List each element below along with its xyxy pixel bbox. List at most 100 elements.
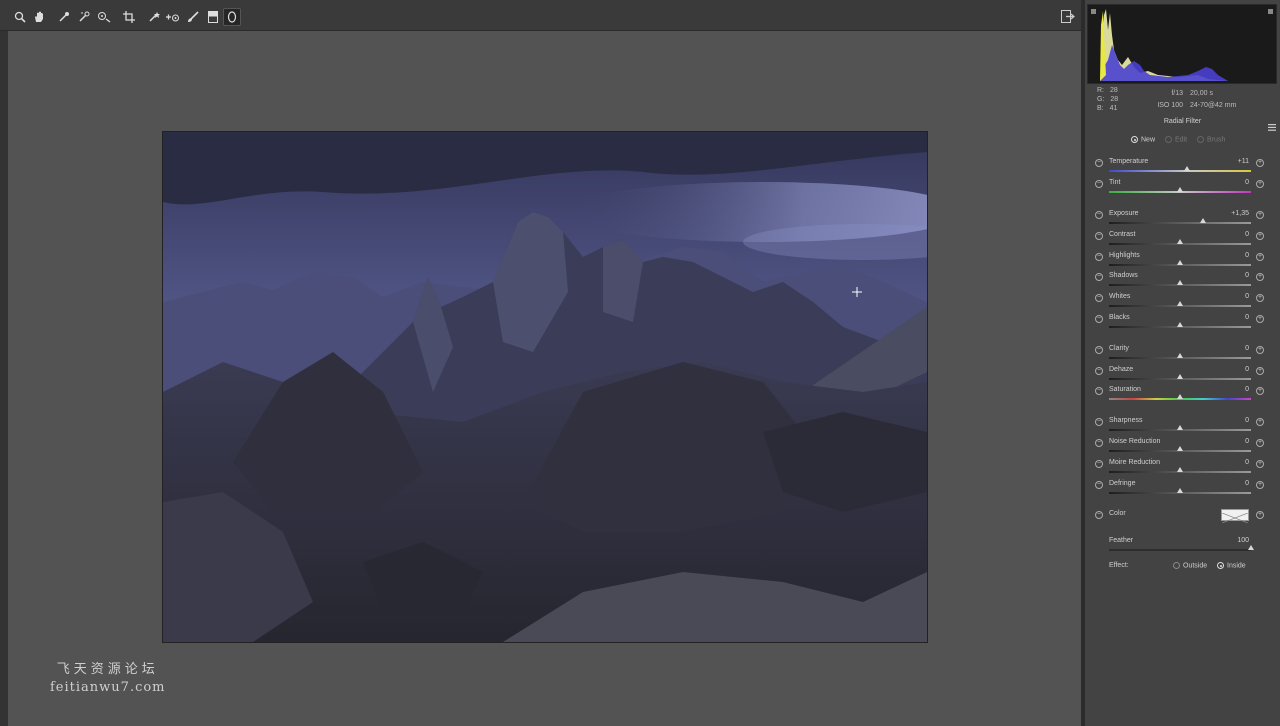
feather-slider-thumb[interactable] <box>1248 545 1254 550</box>
tint-minus-icon[interactable]: − <box>1095 180 1103 188</box>
highlights-plus-icon[interactable]: + <box>1256 253 1264 261</box>
blacks-plus-icon[interactable]: + <box>1256 315 1264 323</box>
temperature-minus-icon[interactable]: − <box>1095 159 1103 167</box>
noise-reduction-label: Noise Reduction <box>1109 438 1161 445</box>
exposure-plus-icon[interactable]: + <box>1256 211 1264 219</box>
spot-removal-icon[interactable] <box>146 9 162 25</box>
saturation-label: Saturation <box>1109 386 1141 393</box>
moire-reduction-plus-icon[interactable]: + <box>1256 460 1264 468</box>
dehaze-label: Dehaze <box>1109 366 1134 373</box>
dehaze-slider-thumb[interactable] <box>1177 374 1183 379</box>
targeted-adjustment-icon[interactable] <box>96 9 112 25</box>
feather-track[interactable] <box>1109 549 1251 551</box>
exposure-value[interactable]: +1,35 <box>1205 210 1249 217</box>
color-minus-icon[interactable]: − <box>1095 511 1103 519</box>
temperature-slider-thumb[interactable] <box>1184 166 1191 171</box>
highlights-value[interactable]: 0 <box>1205 252 1249 259</box>
whites-value[interactable]: 0 <box>1205 293 1249 300</box>
tint-slider-thumb[interactable] <box>1177 187 1183 192</box>
zoom-icon[interactable] <box>12 9 28 25</box>
color-swatch[interactable] <box>1221 509 1249 524</box>
preview-canvas[interactable]: 飞天资源论坛 feitianwu7.com <box>8 31 1081 726</box>
clarity-minus-icon[interactable]: − <box>1095 346 1103 354</box>
temperature-track[interactable] <box>1109 170 1251 172</box>
shadows-minus-icon[interactable]: − <box>1095 273 1103 281</box>
effect-inside-label: Inside <box>1227 562 1246 570</box>
effect-outside[interactable]: Outside <box>1173 562 1207 569</box>
sharpness-minus-icon[interactable]: − <box>1095 418 1103 426</box>
mode-edit[interactable]: Edit <box>1165 136 1187 143</box>
blacks-minus-icon[interactable]: − <box>1095 315 1103 323</box>
effect-inside-radio[interactable] <box>1217 562 1224 569</box>
shadows-value[interactable]: 0 <box>1205 272 1249 279</box>
saturation-slider-thumb[interactable] <box>1177 394 1183 399</box>
watermark-chinese: 飞天资源论坛 <box>56 662 159 677</box>
noise-reduction-value[interactable]: 0 <box>1205 438 1249 445</box>
eyedropper-icon[interactable] <box>56 9 72 25</box>
exposure-minus-icon[interactable]: − <box>1095 211 1103 219</box>
noise-reduction-slider-thumb[interactable] <box>1177 446 1183 451</box>
sharpness-value[interactable]: 0 <box>1205 417 1249 424</box>
whites-slider-thumb[interactable] <box>1177 301 1183 306</box>
blacks-value[interactable]: 0 <box>1205 314 1249 321</box>
dehaze-minus-icon[interactable]: − <box>1095 367 1103 375</box>
tint-value[interactable]: 0 <box>1205 179 1249 186</box>
clarity-value[interactable]: 0 <box>1205 345 1249 352</box>
saturation-minus-icon[interactable]: − <box>1095 387 1103 395</box>
hand-icon[interactable] <box>31 9 47 25</box>
red-eye-icon[interactable] <box>165 9 181 25</box>
highlights-slider-thumb[interactable] <box>1177 260 1183 265</box>
color-sampler-icon[interactable] <box>76 9 92 25</box>
moire-reduction-value[interactable]: 0 <box>1205 459 1249 466</box>
tint-plus-icon[interactable]: + <box>1256 180 1264 188</box>
blacks-slider-thumb[interactable] <box>1177 322 1183 327</box>
shadows-slider-thumb[interactable] <box>1177 280 1183 285</box>
whites-plus-icon[interactable]: + <box>1256 294 1264 302</box>
b-value: 41 <box>1109 105 1118 112</box>
exposure-track[interactable] <box>1109 222 1251 224</box>
contrast-minus-icon[interactable]: − <box>1095 232 1103 240</box>
dehaze-plus-icon[interactable]: + <box>1256 367 1264 375</box>
temperature-label: Temperature <box>1109 158 1149 165</box>
saturation-value[interactable]: 0 <box>1205 386 1249 393</box>
clarity-plus-icon[interactable]: + <box>1256 346 1264 354</box>
moire-reduction-slider-thumb[interactable] <box>1177 467 1183 472</box>
photo-preview[interactable] <box>162 131 928 643</box>
defringe-minus-icon[interactable]: − <box>1095 481 1103 489</box>
highlights-minus-icon[interactable]: − <box>1095 253 1103 261</box>
crop-icon[interactable] <box>121 9 137 25</box>
exposure-slider-thumb[interactable] <box>1199 218 1206 223</box>
mode-brush[interactable]: Brush <box>1197 136 1225 143</box>
contrast-slider-thumb[interactable] <box>1177 239 1183 244</box>
defringe-slider-thumb[interactable] <box>1177 488 1183 493</box>
defringe-value[interactable]: 0 <box>1205 480 1249 487</box>
whites-minus-icon[interactable]: − <box>1095 294 1103 302</box>
sharpness-plus-icon[interactable]: + <box>1256 418 1264 426</box>
noise-reduction-minus-icon[interactable]: − <box>1095 439 1103 447</box>
shadows-plus-icon[interactable]: + <box>1256 273 1264 281</box>
moire-reduction-minus-icon[interactable]: − <box>1095 460 1103 468</box>
noise-reduction-plus-icon[interactable]: + <box>1256 439 1264 447</box>
dehaze-value[interactable]: 0 <box>1205 366 1249 373</box>
sharpness-slider-thumb[interactable] <box>1177 425 1183 430</box>
mode-brush-radio[interactable] <box>1197 136 1204 143</box>
color-plus-icon[interactable]: + <box>1256 511 1264 519</box>
mode-new-radio[interactable] <box>1131 136 1138 143</box>
effect-outside-label: Outside <box>1183 562 1208 570</box>
mode-new[interactable]: New <box>1131 136 1155 143</box>
temperature-value[interactable]: +11 <box>1205 158 1249 165</box>
temperature-plus-icon[interactable]: + <box>1256 159 1264 167</box>
effect-inside[interactable]: Inside <box>1217 562 1246 569</box>
brush-icon[interactable] <box>185 9 201 25</box>
defringe-plus-icon[interactable]: + <box>1256 481 1264 489</box>
panel-menu-icon[interactable] <box>1268 118 1276 131</box>
contrast-plus-icon[interactable]: + <box>1256 232 1264 240</box>
mode-edit-radio[interactable] <box>1165 136 1172 143</box>
graduated-filter-icon[interactable] <box>205 9 221 25</box>
clarity-slider-thumb[interactable] <box>1177 353 1183 358</box>
contrast-value[interactable]: 0 <box>1205 231 1249 238</box>
saturation-plus-icon[interactable]: + <box>1256 387 1264 395</box>
effect-outside-radio[interactable] <box>1173 562 1180 569</box>
open-preferences-icon[interactable] <box>1061 10 1077 26</box>
radial-filter-icon[interactable] <box>223 8 241 26</box>
